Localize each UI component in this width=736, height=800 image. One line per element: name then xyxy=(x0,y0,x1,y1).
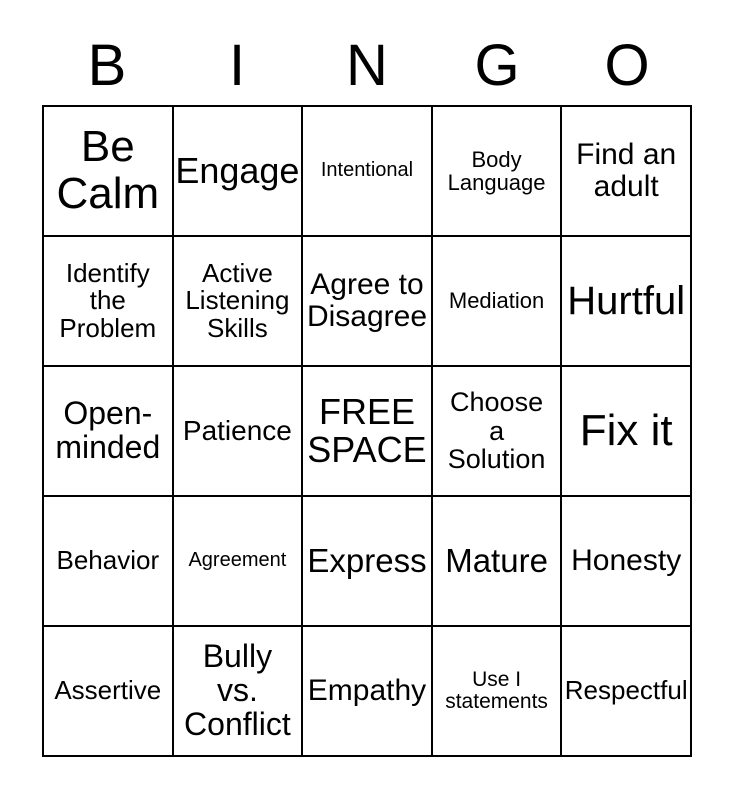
bingo-grid: Be Calm Engage Intentional Body Language… xyxy=(42,105,692,757)
header-letter-n: N xyxy=(346,32,388,98)
header-letter-i: I xyxy=(228,32,246,98)
bingo-cell[interactable]: Assertive xyxy=(44,627,174,757)
bingo-cell[interactable]: Find an adult xyxy=(562,107,692,237)
bingo-cell[interactable]: Identify the Problem xyxy=(44,237,174,367)
header-letter-o: O xyxy=(604,32,650,98)
bingo-cell-label: Use I statements xyxy=(445,667,548,713)
bingo-row: Open- minded Patience FREE SPACE Choose … xyxy=(44,367,692,497)
bingo-cell-label: Find an adult xyxy=(576,138,677,203)
bingo-cell-label: Respectful xyxy=(564,675,688,706)
bingo-cell[interactable]: Behavior xyxy=(44,497,174,627)
bingo-row: Behavior Agreement Express Mature Honest… xyxy=(44,497,692,627)
bingo-cell[interactable]: Use I statements xyxy=(432,627,563,757)
header-letter-b: B xyxy=(87,32,127,98)
bingo-cell-label: Open- minded xyxy=(55,395,161,465)
header-letter-g: G xyxy=(474,32,520,98)
bingo-row: Be Calm Engage Intentional Body Language… xyxy=(44,107,692,237)
bingo-cell-label: Hurtful xyxy=(567,278,686,323)
bingo-cell[interactable]: Body Language xyxy=(432,107,563,237)
bingo-cell[interactable]: Empathy xyxy=(303,627,433,757)
bingo-card: B I N G O Be Calm Engage Intentional Bod… xyxy=(0,0,736,800)
bingo-cell-label: Mediation xyxy=(448,288,545,314)
bingo-cell[interactable]: Hurtful xyxy=(562,237,692,367)
bingo-cell-free-space[interactable]: FREE SPACE xyxy=(303,367,433,497)
bingo-cell[interactable]: Choose a Solution xyxy=(432,367,563,497)
bingo-cell-label: Mature xyxy=(445,541,548,579)
bingo-cell[interactable]: Patience xyxy=(173,367,304,497)
bingo-cell-label: Choose a Solution xyxy=(447,387,546,475)
bingo-cell[interactable]: Open- minded xyxy=(44,367,174,497)
bingo-cell-label: Be Calm xyxy=(56,122,160,218)
bingo-cell[interactable]: Express xyxy=(303,497,433,627)
bingo-cell-label: Patience xyxy=(182,415,292,447)
bingo-cell-label: Engage xyxy=(175,149,300,191)
bingo-row: Identify the Problem Active Listening Sk… xyxy=(44,237,692,367)
bingo-cell[interactable]: Intentional xyxy=(303,107,433,237)
bingo-cell-label: Behavior xyxy=(56,545,160,576)
bingo-cell[interactable]: Active Listening Skills xyxy=(173,237,304,367)
bingo-cell[interactable]: Mature xyxy=(432,497,563,627)
bingo-cell-label: Agree to Disagree xyxy=(306,268,428,333)
bingo-cell-label: Express xyxy=(307,541,427,579)
bingo-row: Assertive Bully vs. Conflict Empathy Use… xyxy=(44,627,692,757)
bingo-header-row: B I N G O xyxy=(42,26,692,105)
bingo-cell[interactable]: Be Calm xyxy=(44,107,174,237)
bingo-cell[interactable]: Agree to Disagree xyxy=(303,237,433,367)
bingo-cell-label: Honesty xyxy=(571,544,682,578)
bingo-cell[interactable]: Respectful xyxy=(562,627,692,757)
bingo-cell-label: Empathy xyxy=(307,674,427,708)
bingo-cell[interactable]: Fix it xyxy=(562,367,692,497)
bingo-cell-label: FREE SPACE xyxy=(307,390,427,470)
bingo-cell[interactable]: Bully vs. Conflict xyxy=(173,627,304,757)
bingo-cell-label: Assertive xyxy=(54,675,162,706)
bingo-cell-label: Intentional xyxy=(320,159,414,182)
bingo-cell[interactable]: Agreement xyxy=(173,497,304,627)
bingo-cell[interactable]: Engage xyxy=(173,107,304,237)
bingo-cell[interactable]: Mediation xyxy=(432,237,563,367)
bingo-cell-label: Bully vs. Conflict xyxy=(184,638,291,742)
bingo-cell-label: Active Listening Skills xyxy=(185,257,290,343)
bingo-cell-label: Fix it xyxy=(579,405,673,455)
bingo-cell[interactable]: Honesty xyxy=(562,497,692,627)
bingo-cell-label: Identify the Problem xyxy=(59,257,157,343)
bingo-cell-label: Body Language xyxy=(447,146,546,195)
bingo-cell-label: Agreement xyxy=(188,549,287,572)
